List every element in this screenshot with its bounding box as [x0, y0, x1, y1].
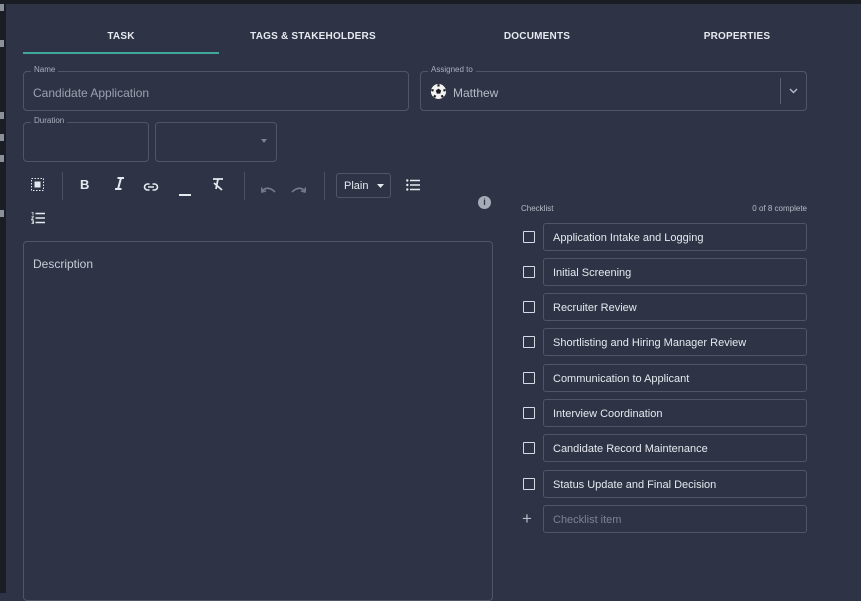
checklist-progress: 0 of 8 complete [752, 204, 807, 213]
checklist-item-input[interactable]: Status Update and Final Decision [543, 470, 807, 498]
info-icon[interactable]: i [478, 196, 491, 209]
checklist-checkbox[interactable] [523, 231, 535, 243]
checklist-item-input[interactable]: Communication to Applicant [543, 364, 807, 392]
text-format-select[interactable]: Plain [336, 173, 391, 198]
chevron-down-icon[interactable] [789, 86, 798, 96]
soccer-ball-avatar-icon [431, 84, 446, 99]
undo-icon[interactable] [260, 181, 276, 197]
checklist-checkbox[interactable] [523, 336, 535, 348]
tab-tags-stakeholders[interactable]: TAGS & STAKEHOLDERS [219, 22, 407, 56]
italic-icon[interactable] [114, 177, 125, 193]
assigned-to-select[interactable]: Assigned to Matthew [420, 65, 807, 111]
checklist-item-input[interactable]: Initial Screening [543, 258, 807, 286]
toolbar-separator [244, 172, 245, 200]
checklist-title: Checklist [521, 204, 554, 213]
checklist-item: Interview Coordination [521, 399, 807, 427]
checklist-checkbox[interactable] [523, 301, 535, 313]
name-field[interactable]: Name Candidate Application [23, 65, 409, 111]
bulleted-list-icon[interactable] [406, 178, 420, 194]
numbered-list-icon[interactable] [30, 211, 45, 227]
task-editor-panel: TASK TAGS & STAKEHOLDERS DOCUMENTS PROPE… [0, 0, 861, 601]
window-top-edge [0, 0, 861, 4]
checklist-item: Application Intake and Logging [521, 223, 807, 251]
caret-down-icon [377, 184, 384, 188]
assigned-to-label: Assigned to [428, 65, 476, 74]
checklist-item-input[interactable]: Candidate Record Maintenance [543, 434, 807, 462]
select-divider [780, 78, 781, 104]
checklist-checkbox[interactable] [523, 478, 535, 490]
checklist-item: Candidate Record Maintenance [521, 434, 807, 462]
tab-task[interactable]: TASK [23, 22, 219, 56]
duration-label: Duration [31, 116, 68, 125]
checklist-checkbox[interactable] [523, 372, 535, 384]
description-editor[interactable]: Description [23, 241, 493, 601]
toolbar-separator [324, 172, 325, 200]
name-value: Candidate Application [33, 86, 150, 100]
link-icon[interactable] [143, 179, 159, 195]
checklist-item-input[interactable]: Application Intake and Logging [543, 223, 807, 251]
checklist-item: Communication to Applicant [521, 364, 807, 392]
horizontal-rule-icon[interactable] [179, 184, 191, 200]
toolbar-separator [62, 172, 63, 200]
checklist-item: Initial Screening [521, 258, 807, 286]
name-label: Name [31, 65, 59, 74]
select-all-icon[interactable] [31, 178, 44, 194]
redo-icon[interactable] [291, 181, 307, 197]
new-checklist-item-input[interactable]: Checklist item [543, 505, 807, 533]
tab-properties[interactable]: PROPERTIES [667, 22, 807, 56]
duration-input[interactable]: Duration [23, 116, 149, 162]
checklist-checkbox[interactable] [523, 442, 535, 454]
checklist-checkbox[interactable] [523, 266, 535, 278]
clear-format-icon[interactable] [211, 177, 225, 194]
checklist-item: Recruiter Review [521, 293, 807, 321]
assigned-to-value: Matthew [453, 86, 499, 100]
checklist-item-input[interactable]: Shortlisting and Hiring Manager Review [543, 328, 807, 356]
checklist-checkbox[interactable] [523, 407, 535, 419]
tab-documents[interactable]: DOCUMENTS [407, 22, 667, 56]
checklist-item: Status Update and Final Decision [521, 470, 807, 498]
checklist-item-input[interactable]: Interview Coordination [543, 399, 807, 427]
add-icon[interactable]: + [522, 509, 532, 529]
editor-toolbar: B Plain [23, 168, 493, 204]
caret-down-icon [261, 139, 267, 143]
checklist-item-input[interactable]: Recruiter Review [543, 293, 807, 321]
new-checklist-item: + Checklist item [521, 505, 807, 533]
bold-icon[interactable]: B [80, 177, 89, 192]
text-format-value: Plain [344, 180, 369, 192]
window-left-edge [0, 0, 6, 593]
description-placeholder: Description [33, 257, 94, 271]
tab-bar: TASK TAGS & STAKEHOLDERS DOCUMENTS PROPE… [23, 22, 831, 56]
duration-unit-select[interactable] [155, 122, 277, 162]
checklist-item: Shortlisting and Hiring Manager Review [521, 328, 807, 356]
